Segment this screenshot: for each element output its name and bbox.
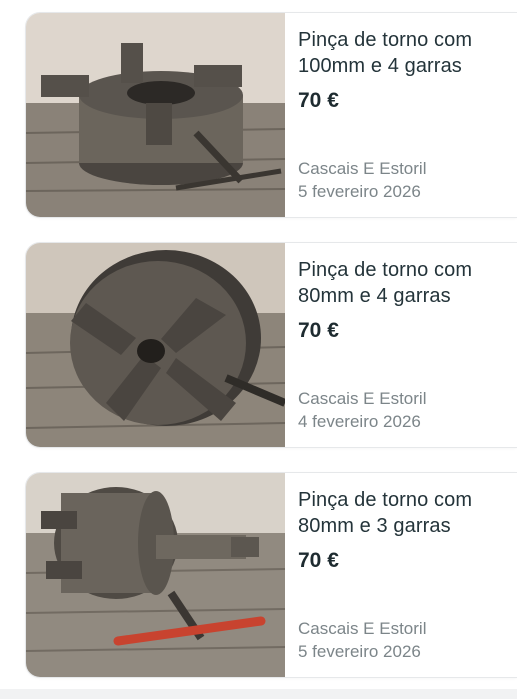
listing-title-line: Pinça de torno com	[298, 259, 473, 281]
listing-title-line: 100mm e 4 garras	[298, 55, 462, 77]
listing-title-line: Pinça de torno com	[298, 489, 473, 511]
listing-title[interactable]: Pinça de torno com 100mm e 4 garras	[298, 27, 507, 79]
listing-card[interactable]: Pinça de torno com 100mm e 4 garras 70 €…	[26, 13, 517, 217]
listing-meta: Cascais E Estoril 5 fevereiro 2026	[298, 617, 426, 663]
listing-date: 5 fevereiro 2026	[298, 182, 421, 201]
listing-location: Cascais E Estoril	[298, 389, 427, 408]
listing-price: 70 €	[298, 319, 339, 342]
listing-photo[interactable]	[26, 13, 285, 217]
listing-photo[interactable]	[26, 473, 285, 677]
listing-price: 70 €	[298, 89, 339, 112]
listing-meta: Cascais E Estoril 4 fevereiro 2026	[298, 387, 426, 433]
listing-title-line: Pinça de torno com	[298, 29, 473, 51]
listing-location: Cascais E Estoril	[298, 619, 427, 638]
listing-title[interactable]: Pinça de torno com 80mm e 4 garras	[298, 257, 507, 309]
listing-date: 5 fevereiro 2026	[298, 642, 421, 661]
listing-date: 4 fevereiro 2026	[298, 412, 421, 431]
listing-card[interactable]: Pinça de torno com 80mm e 3 garras 70 € …	[26, 473, 517, 677]
listing-price: 70 €	[298, 549, 339, 572]
list-bottom-divider	[0, 689, 517, 699]
listing-photo[interactable]	[26, 243, 285, 447]
listing-card[interactable]: Pinça de torno com 80mm e 4 garras 70 € …	[26, 243, 517, 447]
listing-list: Pinça de torno com 100mm e 4 garras 70 €…	[0, 0, 517, 699]
listing-title[interactable]: Pinça de torno com 80mm e 3 garras	[298, 487, 507, 539]
listing-title-line: 80mm e 4 garras	[298, 285, 451, 307]
listing-meta: Cascais E Estoril 5 fevereiro 2026	[298, 157, 426, 203]
listing-location: Cascais E Estoril	[298, 159, 427, 178]
listing-info: Pinça de torno com 100mm e 4 garras 70 €…	[298, 27, 507, 207]
listing-info: Pinça de torno com 80mm e 3 garras 70 € …	[298, 487, 507, 667]
listing-title-line: 80mm e 3 garras	[298, 515, 451, 537]
listing-info: Pinça de torno com 80mm e 4 garras 70 € …	[298, 257, 507, 437]
